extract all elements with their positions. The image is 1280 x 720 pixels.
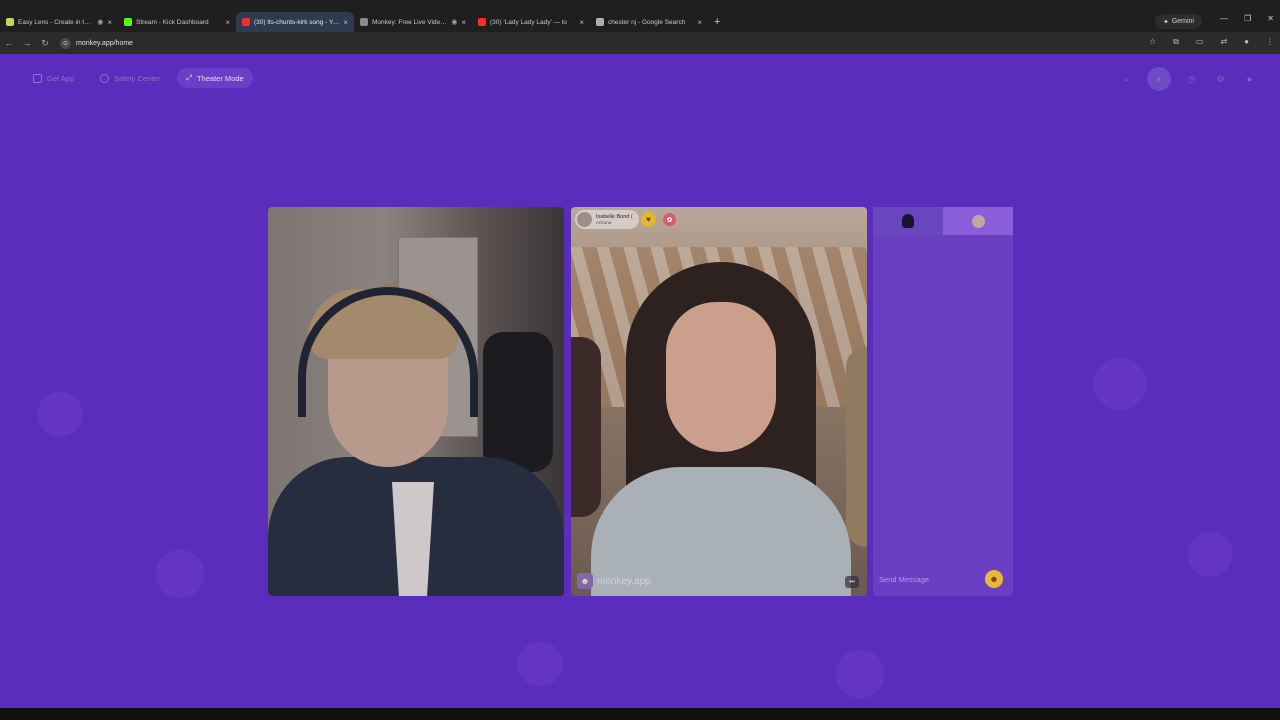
window-top-strip	[0, 0, 1280, 12]
browser-tab[interactable]: Monkey: Free Live Video Ch ◉ ×	[354, 12, 472, 32]
tab-remote-user[interactable]	[943, 207, 1013, 235]
tab-title: (30) 'Lady Lady Lady' — lo	[490, 18, 567, 26]
watermark-text: monkey.app	[597, 575, 651, 587]
address-bar[interactable]: ⊙ monkey.app/home	[60, 35, 1140, 51]
tab-title: Easy Lens - Create in the m	[18, 18, 95, 26]
tab-audio-icon[interactable]: ◉	[451, 18, 457, 26]
local-video	[268, 207, 564, 596]
tab-title: chester nj - Google Search	[608, 18, 686, 26]
menu-icon[interactable]: ⋮	[1266, 37, 1274, 47]
expand-icon: ⤢	[185, 73, 192, 82]
remote-video: Isabelle Bond ( Arizona ♥ ✿ ☻ monkey.app…	[571, 207, 867, 596]
silhouette-icon	[902, 214, 914, 228]
bottom-strip	[0, 708, 1280, 720]
address-toolbar: ← → ↻ ⊙ monkey.app/home ☆ ⧉ ▭ ⇄ ● ⋮	[0, 32, 1280, 54]
chat-tabs	[873, 207, 1013, 235]
theater-mode-button[interactable]: ⤢ Theater Mode	[176, 68, 253, 88]
tab-favicon-icon	[242, 18, 250, 26]
forward-icon[interactable]: →	[18, 38, 36, 48]
phone-icon	[33, 73, 42, 83]
gemini-button[interactable]: ✦ Gemini	[1154, 14, 1202, 29]
chat-panel: Send Message ☻	[873, 207, 1013, 596]
message-placeholder: Send Message	[879, 574, 930, 584]
notifications-icon[interactable]: ●	[1241, 71, 1258, 88]
get-app-button[interactable]: Get App	[24, 68, 83, 88]
sparkle-icon: ✦	[1162, 18, 1169, 26]
user-avatar[interactable]: ●	[1147, 67, 1171, 91]
gift-icon[interactable]: ✿	[663, 213, 676, 226]
tab-close-icon[interactable]: ×	[107, 18, 112, 27]
bookmark-star-icon[interactable]: ☆	[1149, 37, 1156, 47]
side-person-left	[571, 337, 601, 517]
tab-close-icon[interactable]: ×	[579, 18, 584, 27]
skip-icon[interactable]: ⏭	[845, 576, 859, 588]
tab-favicon-icon	[124, 18, 132, 26]
extensions-icon[interactable]: ⧉	[1173, 37, 1179, 47]
remote-avatar	[577, 212, 592, 227]
url-text: monkey.app/home	[76, 39, 134, 47]
tab-close-icon[interactable]: ×	[225, 18, 230, 27]
browser-tab[interactable]: Easy Lens - Create in the m ◉ ×	[0, 12, 118, 32]
send-message-input[interactable]: Send Message ☻	[877, 568, 1009, 590]
top-right-icons: ⌕ ● ◷ ⚙ ●	[1118, 67, 1258, 91]
get-app-label: Get App	[47, 73, 75, 83]
profile-switch-icon[interactable]: ⇄	[1220, 37, 1227, 47]
safety-center-label: Safety Center	[114, 73, 160, 83]
tab-close-icon[interactable]: ×	[343, 18, 348, 27]
tab-favicon-icon	[596, 18, 604, 26]
side-panel-icon[interactable]: ▭	[1196, 37, 1204, 47]
tab-title: Monkey: Free Live Video Ch	[372, 18, 449, 26]
tab-favicon-icon	[6, 18, 14, 26]
settings-icon[interactable]: ⚙	[1212, 71, 1229, 88]
background-chair	[483, 332, 553, 472]
gemini-label: Gemini	[1171, 18, 1194, 25]
tab-silhouette[interactable]	[873, 207, 943, 235]
send-gift-button[interactable]: ☻	[985, 570, 1003, 588]
tab-title: Stream - Kick Dashboard	[136, 18, 209, 26]
heart-icon[interactable]: ♥	[641, 212, 656, 227]
restore-icon[interactable]: ❐	[1244, 14, 1251, 23]
tab-list: Easy Lens - Create in the m ◉ × Stream - Ki…	[0, 12, 708, 32]
remote-location: Arizona	[596, 220, 612, 226]
shield-icon	[100, 73, 110, 83]
minimize-icon[interactable]: —	[1220, 14, 1228, 23]
new-tab-button[interactable]: +	[714, 16, 720, 28]
back-icon[interactable]: ←	[0, 38, 18, 48]
person-face	[666, 302, 776, 452]
toolbar-icons: ☆ ⧉ ▭ ⇄ ● ⋮	[1149, 37, 1274, 47]
tab-title: (30) lts-chunts-kirk song - YouT	[254, 18, 340, 26]
tab-close-icon[interactable]: ×	[461, 18, 466, 27]
reload-icon[interactable]: ↻	[36, 38, 54, 49]
side-person-right	[846, 347, 867, 547]
browser-tab[interactable]: chester nj - Google Search ×	[590, 12, 708, 32]
window-controls: — ❐ ✕	[1220, 14, 1274, 23]
safety-center-button[interactable]: Safety Center	[91, 68, 169, 88]
browser-tab[interactable]: Stream - Kick Dashboard ×	[118, 12, 236, 32]
history-icon[interactable]: ◷	[1183, 71, 1200, 88]
close-window-icon[interactable]: ✕	[1267, 14, 1274, 23]
search-icon[interactable]: ⌕	[1118, 71, 1135, 88]
remote-user-badge[interactable]: Isabelle Bond ( Arizona	[575, 210, 639, 229]
tab-audio-icon[interactable]: ◉	[97, 18, 103, 26]
monkey-logo-icon: ☻	[577, 573, 593, 589]
site-info-icon[interactable]: ⊙	[60, 37, 71, 49]
tab-favicon-icon	[478, 18, 486, 26]
profile-avatar-icon[interactable]: ●	[1244, 37, 1249, 47]
monkey-page: Get App Safety Center ⤢ Theater Mode ⌕ ●…	[0, 54, 1280, 708]
browser-tab-bar: Easy Lens - Create in the m ◉ × Stream - Ki…	[0, 12, 1280, 32]
tab-close-icon[interactable]: ×	[697, 18, 702, 27]
tab-favicon-icon	[360, 18, 368, 26]
browser-tab[interactable]: (30) lts-chunts-kirk song - YouT ×	[236, 12, 354, 32]
theater-mode-label: Theater Mode	[196, 73, 244, 83]
top-nav: Get App Safety Center ⤢ Theater Mode	[24, 68, 253, 88]
remote-avatar-icon	[971, 214, 985, 228]
browser-tab[interactable]: (30) 'Lady Lady Lady' — lo ×	[472, 12, 590, 32]
monkey-watermark: ☻ monkey.app	[577, 573, 651, 589]
